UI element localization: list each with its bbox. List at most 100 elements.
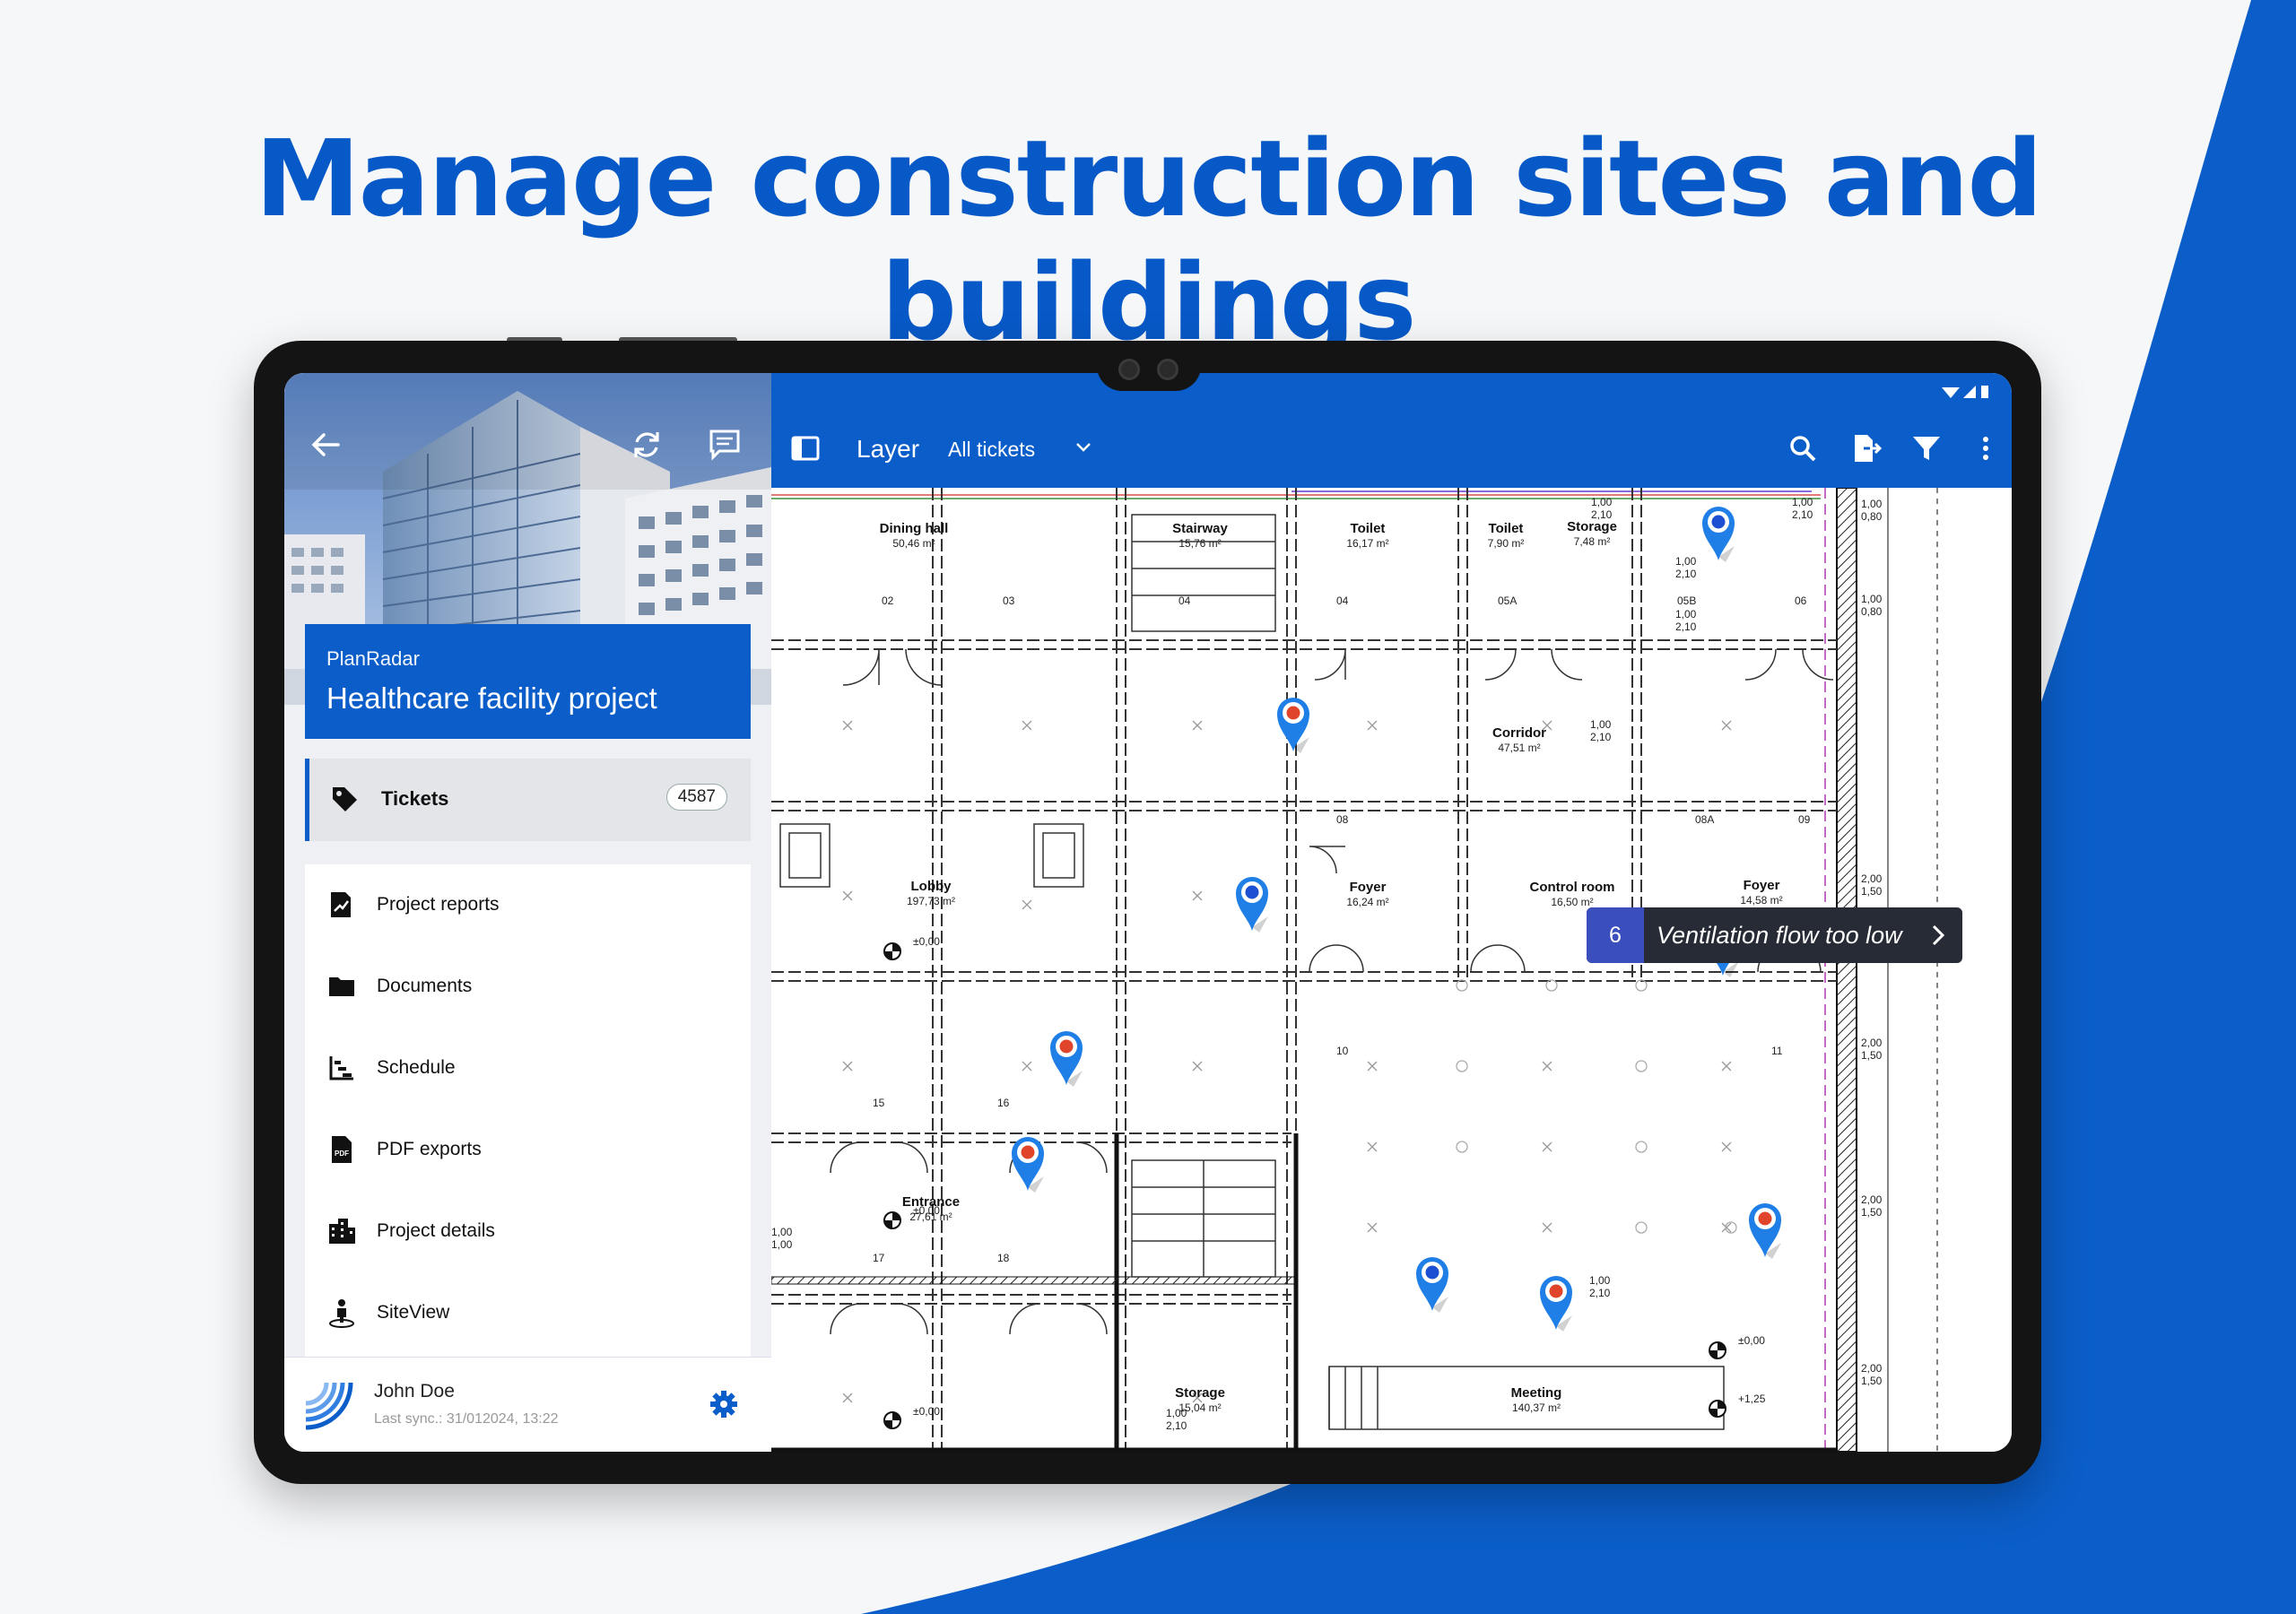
status-bar bbox=[771, 373, 2012, 411]
svg-text:±0,00: ±0,00 bbox=[913, 935, 940, 948]
plan-toolbar: Layer All tickets bbox=[771, 411, 2012, 488]
svg-text:7,48 m²: 7,48 m² bbox=[1574, 535, 1611, 548]
svg-text:06: 06 bbox=[1795, 594, 1807, 607]
svg-text:1,00: 1,00 bbox=[1591, 496, 1613, 508]
svg-text:0,80: 0,80 bbox=[1861, 605, 1883, 618]
svg-text:08A: 08A bbox=[1695, 813, 1714, 826]
svg-text:47,51 m²: 47,51 m² bbox=[1498, 742, 1540, 754]
tag-icon bbox=[333, 787, 357, 811]
floor-plan-canvas[interactable]: 1,00 0,80 1,00 0,80 2,00 1,50 2,00 1,50 2,00… bbox=[771, 488, 2012, 1452]
svg-text:2,10: 2,10 bbox=[1166, 1419, 1187, 1432]
svg-text:2,10: 2,10 bbox=[1590, 731, 1612, 743]
svg-text:1,00: 1,00 bbox=[1675, 608, 1697, 620]
svg-text:2,00: 2,00 bbox=[1861, 1193, 1883, 1206]
ticket-pin-blue[interactable] bbox=[1232, 872, 1275, 934]
sync-icon[interactable] bbox=[627, 425, 666, 464]
sidebar-item-tickets[interactable]: Tickets 4587 bbox=[305, 759, 751, 841]
settings-gear-icon[interactable] bbox=[709, 1390, 738, 1419]
planradar-logo-icon bbox=[305, 1382, 353, 1430]
svg-text:+1,25: +1,25 bbox=[1738, 1393, 1766, 1405]
svg-text:15,76 m²: 15,76 m² bbox=[1178, 537, 1221, 550]
ticket-pin-red[interactable] bbox=[1008, 1132, 1051, 1194]
sidebar-item-label: Tickets bbox=[381, 787, 449, 810]
ticket-pin-red[interactable] bbox=[1745, 1198, 1788, 1261]
svg-text:197,73 m²: 197,73 m² bbox=[907, 895, 955, 907]
sidebar: PlanRadar Healthcare facility project Ti… bbox=[284, 373, 771, 1452]
sidebar-item-schedule[interactable]: Schedule bbox=[305, 1028, 751, 1108]
tickets-count-badge: 4587 bbox=[665, 784, 727, 811]
svg-text:03: 03 bbox=[1003, 594, 1015, 607]
sidebar-item-label: Project reports bbox=[377, 894, 500, 915]
svg-text:2,10: 2,10 bbox=[1589, 1287, 1611, 1299]
svg-text:16,24 m²: 16,24 m² bbox=[1346, 896, 1388, 908]
svg-text:Stairway: Stairway bbox=[1172, 521, 1228, 536]
sidebar-item-pdf-exports[interactable]: PDF PDF exports bbox=[305, 1109, 751, 1190]
project-card[interactable]: PlanRadar Healthcare facility project bbox=[305, 624, 751, 739]
ticket-filter-select[interactable]: All tickets bbox=[948, 438, 1035, 462]
svg-text:1,00: 1,00 bbox=[1675, 555, 1697, 568]
pdf-icon: PDF bbox=[332, 1136, 352, 1163]
svg-text:04: 04 bbox=[1178, 594, 1191, 607]
svg-text:Storage: Storage bbox=[1567, 519, 1617, 534]
svg-text:1,50: 1,50 bbox=[1861, 1375, 1883, 1387]
sidebar-item-documents[interactable]: Documents bbox=[305, 946, 751, 1027]
folder-icon bbox=[329, 977, 354, 996]
svg-text:Toilet: Toilet bbox=[1489, 521, 1524, 536]
svg-text:Corridor: Corridor bbox=[1492, 725, 1546, 741]
chat-icon[interactable] bbox=[705, 425, 744, 464]
svg-text:Foyer: Foyer bbox=[1350, 880, 1387, 895]
ticket-tooltip[interactable]: 6 Ventilation flow too low bbox=[1587, 907, 1962, 963]
svg-text:2,00: 2,00 bbox=[1861, 872, 1883, 885]
back-arrow-icon[interactable] bbox=[306, 425, 345, 464]
building-icon bbox=[329, 1219, 355, 1244]
export-icon[interactable] bbox=[1849, 432, 1882, 464]
svg-text:1,00: 1,00 bbox=[1861, 593, 1883, 605]
svg-text:PDF: PDF bbox=[335, 1150, 349, 1158]
sidebar-toggle-icon[interactable] bbox=[791, 436, 820, 461]
more-icon[interactable] bbox=[1970, 432, 2002, 464]
toolbar-title: Layer bbox=[857, 435, 920, 463]
camera-notch bbox=[1097, 351, 1201, 391]
svg-text:05B: 05B bbox=[1677, 594, 1696, 607]
svg-text:Foyer: Foyer bbox=[1744, 878, 1780, 893]
chevron-right-icon[interactable] bbox=[1930, 923, 1946, 948]
svg-text:2,10: 2,10 bbox=[1675, 620, 1697, 633]
svg-text:Toilet: Toilet bbox=[1351, 521, 1386, 536]
ticket-pin-blue[interactable] bbox=[1413, 1252, 1456, 1315]
svg-text:Meeting: Meeting bbox=[1511, 1385, 1562, 1401]
ticket-title: Ventilation flow too low bbox=[1657, 922, 1902, 949]
svg-text:1,50: 1,50 bbox=[1861, 1206, 1883, 1219]
svg-text:Storage: Storage bbox=[1175, 1385, 1225, 1401]
sidebar-item-project-reports[interactable]: Project reports bbox=[305, 864, 751, 945]
svg-text:17: 17 bbox=[873, 1252, 885, 1264]
sidebar-item-siteview[interactable]: SiteView bbox=[305, 1272, 751, 1353]
svg-text:08: 08 bbox=[1336, 813, 1349, 826]
chevron-down-icon[interactable] bbox=[1074, 441, 1092, 454]
sidebar-item-project-details[interactable]: Project details bbox=[305, 1191, 751, 1271]
svg-text:18: 18 bbox=[997, 1252, 1010, 1264]
svg-text:15: 15 bbox=[873, 1097, 885, 1109]
ticket-pin-red[interactable] bbox=[1536, 1271, 1579, 1333]
svg-text:10: 10 bbox=[1336, 1045, 1349, 1057]
ticket-pin-red[interactable] bbox=[1274, 692, 1317, 755]
svg-text:16: 16 bbox=[997, 1097, 1010, 1109]
ticket-pin-blue[interactable] bbox=[1699, 501, 1742, 564]
svg-text:1,00: 1,00 bbox=[1590, 718, 1612, 731]
camera-icon bbox=[1118, 359, 1140, 380]
search-icon[interactable] bbox=[1787, 432, 1819, 464]
sidebar-item-label: PDF exports bbox=[377, 1139, 482, 1159]
svg-text:14,58 m²: 14,58 m² bbox=[1740, 894, 1782, 907]
svg-text:Control room: Control room bbox=[1530, 880, 1615, 895]
ticket-pin-red[interactable] bbox=[1047, 1026, 1090, 1089]
svg-text:04: 04 bbox=[1336, 594, 1349, 607]
user-bar: John Doe Last sync.: 31/012024, 13:22 bbox=[284, 1357, 771, 1452]
svg-text:15,04 m²: 15,04 m² bbox=[1178, 1401, 1221, 1414]
user-name: John Doe bbox=[374, 1381, 455, 1401]
svg-text:11: 11 bbox=[1771, 1045, 1783, 1057]
camera-icon bbox=[1157, 359, 1178, 380]
sidebar-menu: Project reports Documents Schedule PDF P… bbox=[305, 864, 751, 1367]
svg-text:0,80: 0,80 bbox=[1861, 510, 1883, 523]
filter-icon[interactable] bbox=[1910, 432, 1943, 464]
svg-text:7,90 m²: 7,90 m² bbox=[1488, 537, 1525, 550]
svg-text:16,17 m²: 16,17 m² bbox=[1346, 537, 1388, 550]
